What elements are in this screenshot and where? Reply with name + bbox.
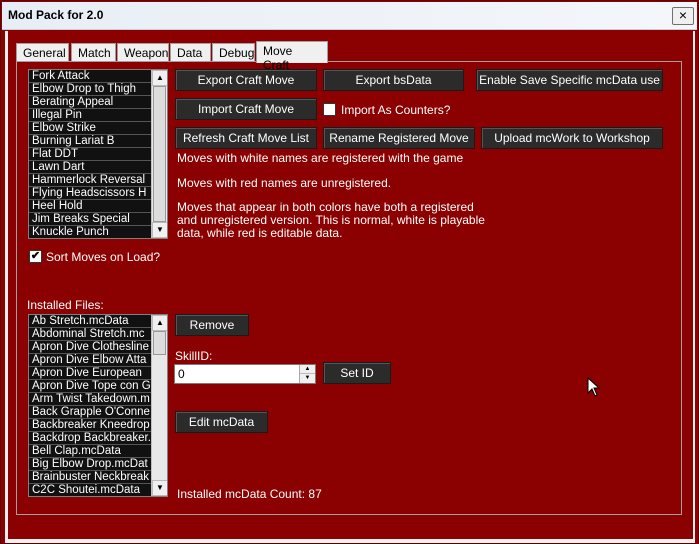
export-bsdata-button[interactable]: Export bsData xyxy=(323,69,464,91)
installed-file-item[interactable]: Backbreaker Kneedrop xyxy=(29,419,167,432)
moves-list-item[interactable]: Lawn Dart xyxy=(29,161,167,174)
installed-file-item[interactable]: Apron Dive European xyxy=(29,367,167,380)
mouse-cursor-icon xyxy=(587,377,601,397)
moves-list-item[interactable]: Elbow Strike xyxy=(29,122,167,135)
skill-id-value: 0 xyxy=(178,367,185,381)
installed-files-label: Installed Files: xyxy=(27,298,104,312)
moves-list-item[interactable]: Heel Hold xyxy=(29,200,167,213)
import-craft-move-button[interactable]: Import Craft Move xyxy=(175,98,317,120)
info-both-line2: and unregistered version. This is normal… xyxy=(177,213,485,227)
enable-save-mcdata-button[interactable]: Enable Save Specific mcData use xyxy=(476,69,663,91)
info-red-names: Moves with red names are unregistered. xyxy=(177,176,392,190)
remove-button[interactable]: Remove xyxy=(175,314,249,336)
moves-list-item[interactable]: Burning Lariat B xyxy=(29,135,167,148)
scroll-down-icon[interactable]: ▼ xyxy=(152,222,167,238)
installed-file-item[interactable]: Brainbuster Neckbreak xyxy=(29,471,167,484)
close-button[interactable]: × xyxy=(672,7,694,25)
installed-file-item[interactable]: Big Elbow Drop.mcDat xyxy=(29,458,167,471)
skill-id-label: SkillID: xyxy=(175,349,213,363)
moves-list-item[interactable]: Flat DDT xyxy=(29,148,167,161)
installed-file-item[interactable]: Bell Clap.mcData xyxy=(29,445,167,458)
installed-file-item[interactable]: C2C Shoutei.mcData xyxy=(29,484,167,496)
tab-match[interactable]: Match xyxy=(71,43,116,62)
title-bar[interactable]: Mod Pack for 2.0 × xyxy=(2,2,697,30)
stepper-up-icon[interactable]: ▲ xyxy=(300,365,315,374)
sort-moves-checkbox[interactable]: ✔ xyxy=(29,250,42,263)
moves-list-item[interactable]: Elbow Drop to Thigh xyxy=(29,83,167,96)
import-counters-checkbox[interactable] xyxy=(323,103,336,116)
tab-data[interactable]: Data xyxy=(170,43,211,62)
tab-general[interactable]: General xyxy=(16,43,69,62)
installed-file-item[interactable]: Abdominal Stretch.mc xyxy=(29,328,167,341)
moves-list-item[interactable]: Illegal Pin xyxy=(29,109,167,122)
moves-list-item[interactable]: Jim Breaks Special xyxy=(29,213,167,226)
moves-listbox[interactable]: Fork Attack Elbow Drop to Thigh Berating A… xyxy=(28,69,168,239)
edit-mcdata-button[interactable]: Edit mcData xyxy=(175,411,268,433)
upload-mcwork-button[interactable]: Upload mcWork to Workshop xyxy=(481,127,663,149)
scroll-thumb[interactable] xyxy=(153,331,166,355)
skill-id-stepper[interactable]: 0 ▲ ▼ xyxy=(174,364,316,384)
tab-debug[interactable]: Debug xyxy=(212,43,255,62)
refresh-craft-move-list-button[interactable]: Refresh Craft Move List xyxy=(175,127,317,149)
installed-files-listbox[interactable]: Ab Stretch.mcData Abdominal Stretch.mc Apr… xyxy=(28,314,168,497)
info-both-line3: data, while red is editable data. xyxy=(177,226,343,240)
moves-scrollbar[interactable]: ▲ ▼ xyxy=(151,70,167,238)
info-both-line1: Moves that appear in both colors have bo… xyxy=(177,200,474,214)
installed-file-item[interactable]: Back Grapple O'Conne xyxy=(29,406,167,419)
files-scrollbar[interactable]: ▲ ▼ xyxy=(151,315,167,496)
scroll-up-icon[interactable]: ▲ xyxy=(152,70,167,86)
tab-weapon[interactable]: Weapon xyxy=(117,43,169,62)
installed-file-item[interactable]: Ab Stretch.mcData xyxy=(29,315,167,328)
installed-file-item[interactable]: Arm Twist Takedown.m xyxy=(29,393,167,406)
stepper-down-icon[interactable]: ▼ xyxy=(300,374,315,383)
stepper-arrows[interactable]: ▲ ▼ xyxy=(299,365,315,383)
import-counters-label: Import As Counters? xyxy=(341,103,451,117)
moves-list-item[interactable]: Flying Headscissors H xyxy=(29,187,167,200)
sort-moves-label: Sort Moves on Load? xyxy=(46,250,161,264)
scroll-up-icon[interactable]: ▲ xyxy=(152,315,167,331)
installed-file-item[interactable]: Apron Dive Elbow Atta xyxy=(29,354,167,367)
moves-list-item[interactable]: Hammerlock Reversal xyxy=(29,174,167,187)
scroll-thumb[interactable] xyxy=(153,86,166,222)
moves-list-item[interactable]: Berating Appeal xyxy=(29,96,167,109)
window-title: Mod Pack for 2.0 xyxy=(8,8,104,22)
scroll-down-icon[interactable]: ▼ xyxy=(152,480,167,496)
installed-file-item[interactable]: Apron Dive Clothesline xyxy=(29,341,167,354)
moves-list-item[interactable]: Fork Attack xyxy=(29,70,167,83)
installed-file-item[interactable]: Backdrop Backbreaker. xyxy=(29,432,167,445)
app-window: Mod Pack for 2.0 × General Match Weapon … xyxy=(0,0,699,544)
tab-move-craft[interactable]: Move Craft xyxy=(256,41,328,72)
moves-list-item[interactable]: Knuckle Punch xyxy=(29,226,167,238)
info-white-names: Moves with white names are registered wi… xyxy=(177,151,464,165)
set-id-button[interactable]: Set ID xyxy=(323,362,391,384)
installed-count-label: Installed mcData Count: 87 xyxy=(177,487,322,501)
rename-registered-move-button[interactable]: Rename Registered Move xyxy=(323,127,475,149)
installed-file-item[interactable]: Apron Dive Tope con G xyxy=(29,380,167,393)
export-craft-move-button[interactable]: Export Craft Move xyxy=(175,69,317,91)
